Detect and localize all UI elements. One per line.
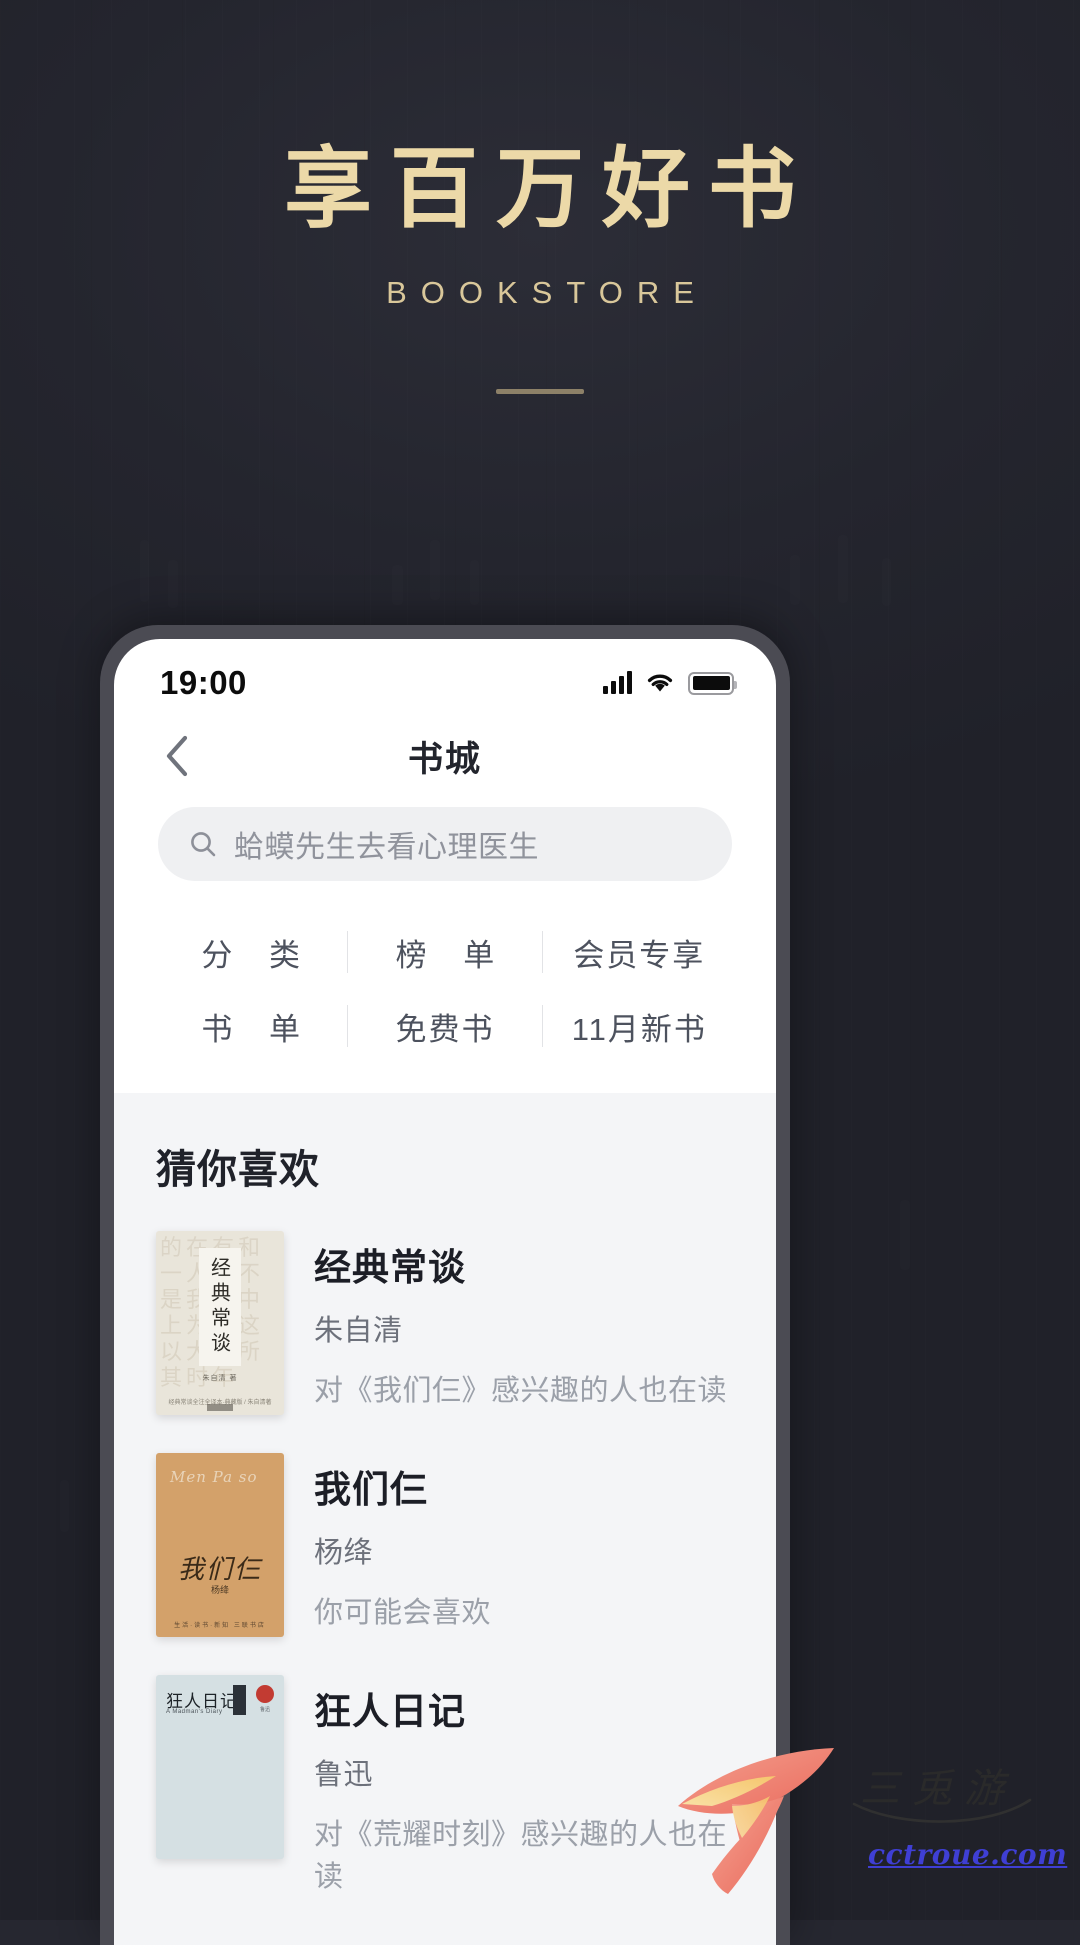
book-description: 你可能会喜欢 <box>314 1597 492 1629</box>
texture-blotch <box>470 560 479 605</box>
book-description: 对《我们仨》感兴趣的人也在读 <box>314 1375 728 1407</box>
poster-subtitle: BOOKSTORE <box>386 275 708 311</box>
publisher-logo-icon <box>207 1404 233 1411</box>
cover-footer: 生活·读书·新知 三联书店 <box>174 1623 266 1629</box>
book-cover: 的在有和一人了不是我们中上为也这以大学所其时年 经典常谈 朱自清 著 经典常谈全… <box>156 1231 284 1415</box>
category-item-xinshu[interactable]: 11月新书 <box>543 989 736 1063</box>
nav-bar: 书城 <box>114 713 776 799</box>
status-time: 19:00 <box>160 664 247 701</box>
section-title: 猜你喜欢 <box>156 1148 320 1192</box>
texture-blotch <box>168 560 178 608</box>
texture-blotch <box>882 558 891 606</box>
category-grid: 分 类 榜 单 会员专享 书 单 免费书 11月新书 <box>114 881 776 1093</box>
book-author: 杨绛 <box>314 1537 374 1569</box>
category-item-fenlei[interactable]: 分 类 <box>154 915 347 989</box>
search-placeholder: 蛤蟆先生去看心理医生 <box>234 831 539 864</box>
cover-title-band: 经典常谈 <box>199 1248 241 1366</box>
cover-title: 经典常谈 <box>207 1257 232 1357</box>
book-description: 对《荒耀时刻》感兴趣的人也在读 <box>314 1819 728 1893</box>
texture-blotch <box>60 1480 69 1532</box>
texture-blotch <box>838 535 848 603</box>
book-list-item[interactable]: Men Pa so 我们仨 杨绛 生活·读书·新知 三联书店 我们仨 杨绛 你可… <box>156 1453 734 1637</box>
status-bar: 19:00 <box>114 639 776 713</box>
cover-author: 朱自清 著 <box>202 1375 238 1382</box>
category-item-bangdan[interactable]: 榜 单 <box>348 915 541 989</box>
book-meta: 狂人日记 鲁迅 对《荒耀时刻》感兴趣的人也在读 <box>314 1675 734 1895</box>
category-item-huiyuanzhuanxiang[interactable]: 会员专享 <box>543 915 736 989</box>
book-title: 狂人日记 <box>314 1691 466 1732</box>
book-meta: 经典常谈 朱自清 对《我们仨》感兴趣的人也在读 <box>314 1231 734 1415</box>
category-row-1: 分 类 榜 单 会员专享 <box>154 915 736 989</box>
cover-title: 我们仨 <box>177 1555 262 1585</box>
book-list-item[interactable]: 的在有和一人了不是我们中上为也这以大学所其时年 经典常谈 朱自清 著 经典常谈全… <box>156 1231 734 1415</box>
chevron-left-icon <box>166 735 188 777</box>
category-item-shudan[interactable]: 书 单 <box>154 989 347 1063</box>
texture-blotch <box>392 565 403 605</box>
battery-full-icon <box>688 671 737 695</box>
cover-subtitle-en: A Madman's Diary <box>166 1709 223 1715</box>
book-meta: 我们仨 杨绛 你可能会喜欢 <box>314 1453 734 1637</box>
gold-divider <box>496 389 584 395</box>
page-title: 书城 <box>407 739 482 779</box>
cover-script: Men Pa so <box>170 1468 258 1486</box>
book-cover: 狂人日记 A Madman's Diary 鲁迅 <box>156 1675 284 1859</box>
recommend-section: 猜你喜欢 的在有和一人了不是我们中上为也这以大学所其时年 经典常谈 朱自清 著 … <box>114 1093 776 1945</box>
poster-headline: 享百万好书 <box>283 136 814 240</box>
cover-seal-icon <box>256 1685 274 1703</box>
book-list-item[interactable]: 狂人日记 A Madman's Diary 鲁迅 狂人日记 鲁迅 对《荒耀时刻》… <box>156 1675 734 1895</box>
poster-header: 享百万好书 BOOKSTORE <box>0 0 1080 395</box>
book-author: 鲁迅 <box>314 1759 374 1791</box>
cover-seal-text: 鲁迅 <box>259 1707 270 1713</box>
status-icons <box>603 671 737 695</box>
book-title: 我们仨 <box>314 1469 428 1510</box>
phone-mockup: 19:00 书城 蛤蟆先生去看心理医生 分 类 榜 单 会员专享 书 单 免费书… <box>100 625 790 1945</box>
book-cover: Men Pa so 我们仨 杨绛 生活·读书·新知 三联书店 <box>156 1453 284 1637</box>
phone-screen: 19:00 书城 蛤蟆先生去看心理医生 分 类 榜 单 会员专享 书 单 免费书… <box>114 639 776 1945</box>
category-row-2: 书 单 免费书 11月新书 <box>154 989 736 1063</box>
search-section: 蛤蟆先生去看心理医生 <box>114 799 776 881</box>
book-author: 朱自清 <box>314 1315 403 1347</box>
signal-bars-icon <box>603 671 632 694</box>
category-item-mianfeishu[interactable]: 免费书 <box>348 989 541 1063</box>
search-icon <box>191 832 216 857</box>
book-title: 经典常谈 <box>314 1247 466 1288</box>
texture-blotch <box>140 540 149 602</box>
search-input[interactable]: 蛤蟆先生去看心理医生 <box>158 807 732 881</box>
cover-author: 杨绛 <box>210 1585 229 1595</box>
cover-strip <box>233 1685 246 1715</box>
wifi-icon <box>646 672 674 694</box>
texture-blotch <box>790 555 800 605</box>
texture-blotch <box>430 540 440 600</box>
texture-blotch <box>900 1200 910 1270</box>
back-button[interactable] <box>154 733 200 779</box>
